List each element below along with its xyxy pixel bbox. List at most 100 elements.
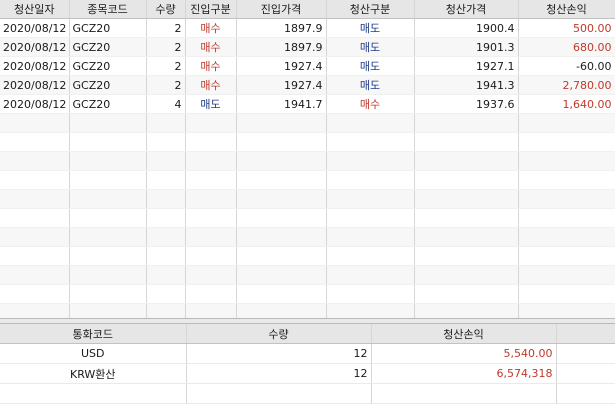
empty-cell: [326, 170, 415, 190]
col-header-entry-price[interactable]: 진입가격: [236, 0, 327, 19]
empty-cell: [326, 303, 415, 318]
empty-cell: [326, 265, 415, 285]
close-date-cell: 2020/08/12: [0, 18, 70, 38]
summary-row[interactable]: KRW환산 12 6,574,318: [0, 363, 615, 384]
empty-cell: [69, 113, 147, 133]
exit-price-cell: 1900.4: [414, 18, 519, 38]
empty-cell: [185, 132, 237, 152]
empty-cell: [146, 170, 186, 190]
trade-row[interactable]: 2020/08/12 GCZ20 4 매도 1941.7 매수 1937.6 1,640.00: [0, 94, 615, 114]
empty-row: [0, 113, 615, 133]
qty-cell: 2: [146, 75, 186, 95]
empty-cell: [414, 246, 519, 266]
empty-cell: [518, 246, 615, 266]
summary-col-header-qty[interactable]: 수량: [186, 324, 372, 344]
summary-qty-cell: 12: [186, 343, 372, 364]
empty-cell: [236, 132, 327, 152]
empty-cell: [146, 265, 186, 285]
col-header-qty[interactable]: 수량: [146, 0, 186, 19]
empty-cell: [69, 151, 147, 171]
empty-cell: [185, 151, 237, 171]
empty-cell: [518, 113, 615, 133]
qty-cell: 2: [146, 56, 186, 76]
col-header-close-date[interactable]: 청산일자: [0, 0, 70, 19]
empty-cell: [414, 132, 519, 152]
empty-cell: [185, 303, 237, 318]
empty-cell: [0, 303, 70, 318]
empty-cell: [146, 227, 186, 247]
empty-cell: [185, 208, 237, 228]
pnl-cell: 2,780.00: [518, 75, 615, 95]
exit-type-cell: 매도: [326, 18, 415, 38]
empty-row: [0, 303, 615, 318]
empty-cell: [414, 227, 519, 247]
empty-cell: [186, 383, 372, 404]
exit-price-cell: 1901.3: [414, 37, 519, 57]
symbol-cell: GCZ20: [69, 94, 147, 114]
empty-cell: [0, 132, 70, 152]
empty-cell: [326, 151, 415, 171]
col-header-exit-price[interactable]: 청산가격: [414, 0, 519, 19]
empty-cell: [518, 303, 615, 318]
col-header-exit-type[interactable]: 청산구분: [326, 0, 415, 19]
entry-price-cell: 1927.4: [236, 75, 327, 95]
summary-qty-cell: 12: [186, 363, 372, 384]
empty-row: [0, 246, 615, 266]
empty-cell: [0, 284, 70, 304]
summary-col-header-blank: [556, 324, 615, 344]
trade-row[interactable]: 2020/08/12 GCZ20 2 매수 1897.9 매도 1900.4 500.00: [0, 18, 615, 38]
empty-cell: [0, 246, 70, 266]
empty-row: [0, 151, 615, 171]
exit-type-cell: 매도: [326, 37, 415, 57]
empty-cell: [146, 208, 186, 228]
col-header-symbol[interactable]: 종목코드: [69, 0, 147, 19]
empty-cell: [0, 383, 187, 404]
summary-row[interactable]: USD 12 5,540.00: [0, 343, 615, 364]
summary-col-header-pnl[interactable]: 청산손익: [371, 324, 557, 344]
pnl-cell: 680.00: [518, 37, 615, 57]
empty-cell: [146, 189, 186, 209]
trade-row[interactable]: 2020/08/12 GCZ20 2 매수 1897.9 매도 1901.3 680.00: [0, 37, 615, 57]
empty-cell: [69, 189, 147, 209]
col-header-pnl[interactable]: 청산손익: [518, 0, 615, 19]
currency-cell: USD: [0, 343, 187, 364]
qty-cell: 2: [146, 37, 186, 57]
empty-cell: [69, 246, 147, 266]
empty-cell: [236, 170, 327, 190]
empty-cell: [326, 132, 415, 152]
empty-cell: [0, 170, 70, 190]
exit-price-cell: 1941.3: [414, 75, 519, 95]
empty-cell: [326, 113, 415, 133]
empty-cell: [185, 189, 237, 209]
empty-cell: [326, 284, 415, 304]
summary-table: 통화코드 수량 청산손익 USD 12 5,540.00 KRW환산 12 6,574,3…: [0, 324, 615, 404]
empty-cell: [185, 284, 237, 304]
empty-cell: [185, 227, 237, 247]
empty-cell: [236, 246, 327, 266]
entry-type-cell: 매수: [185, 37, 237, 57]
empty-cell: [414, 265, 519, 285]
empty-cell: [236, 151, 327, 171]
summary-header-row: 통화코드 수량 청산손익: [0, 324, 615, 344]
empty-cell: [518, 189, 615, 209]
trade-row[interactable]: 2020/08/12 GCZ20 2 매수 1927.4 매도 1927.1 -60.00: [0, 56, 615, 76]
trade-history-grid: 청산일자 종목코드 수량 진입구분 진입가격 청산구분 청산가격 청산손익 20…: [0, 0, 615, 319]
empty-row: [0, 284, 615, 304]
summary-col-header-currency[interactable]: 통화코드: [0, 324, 187, 344]
empty-cell: [146, 284, 186, 304]
trade-row[interactable]: 2020/08/12 GCZ20 2 매수 1927.4 매도 1941.3 2,780.00: [0, 75, 615, 95]
empty-cell: [69, 227, 147, 247]
empty-cell: [236, 189, 327, 209]
entry-type-cell: 매수: [185, 18, 237, 38]
currency-cell: KRW환산: [0, 363, 187, 384]
empty-cell: [414, 189, 519, 209]
empty-row: [0, 383, 615, 404]
empty-cell: [414, 303, 519, 318]
empty-cell: [236, 208, 327, 228]
empty-cell: [146, 113, 186, 133]
empty-cell: [236, 303, 327, 318]
exit-price-cell: 1937.6: [414, 94, 519, 114]
empty-cell: [69, 170, 147, 190]
summary-pnl-cell: 6,574,318: [371, 363, 557, 384]
col-header-entry-type[interactable]: 진입구분: [185, 0, 237, 19]
